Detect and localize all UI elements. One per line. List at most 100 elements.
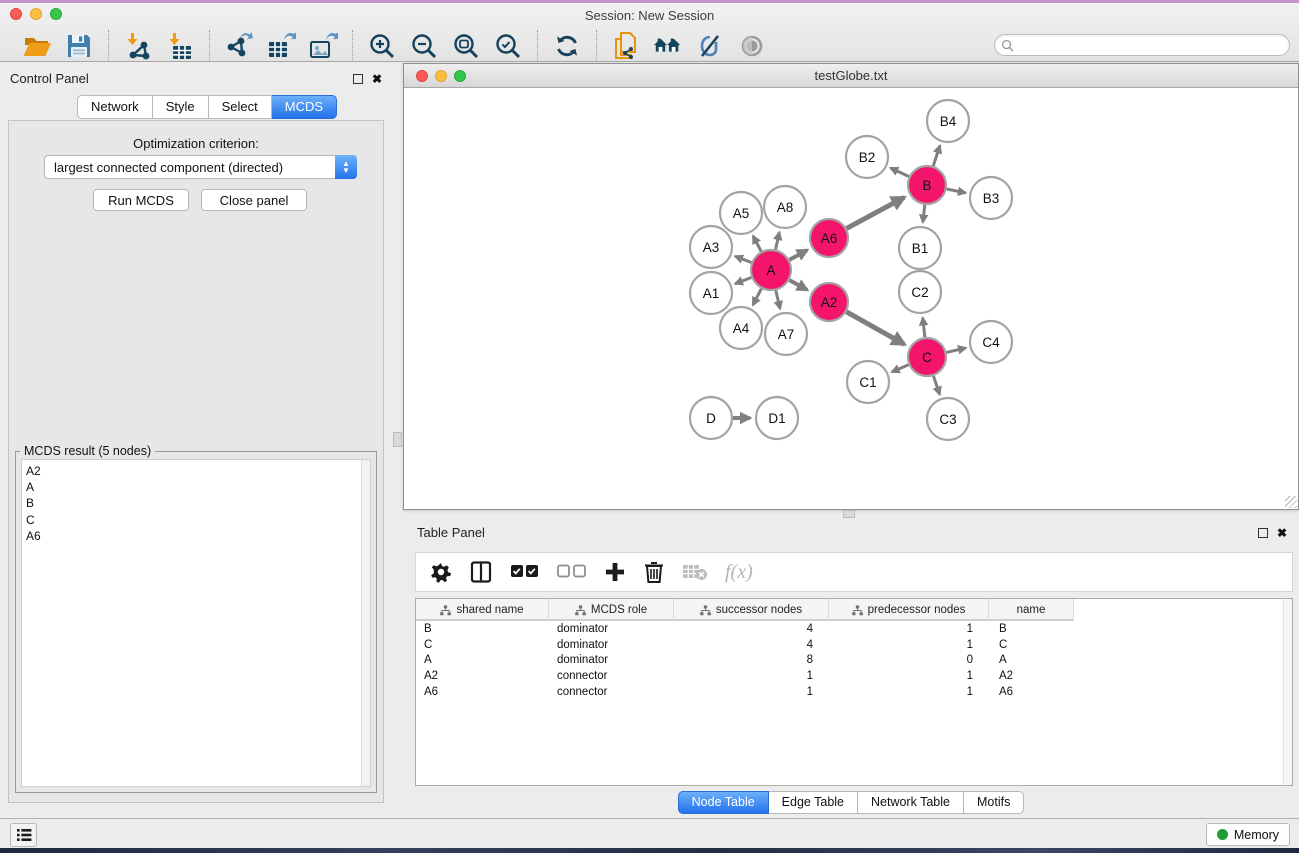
table-cell[interactable]: A6 bbox=[989, 684, 1074, 700]
export-table-icon[interactable] bbox=[266, 31, 296, 61]
deselect-all-icon[interactable] bbox=[557, 559, 587, 585]
tab-motifs[interactable]: Motifs bbox=[964, 791, 1024, 814]
maximize-network-window-button[interactable] bbox=[454, 70, 466, 82]
table-cell[interactable]: 1 bbox=[829, 637, 989, 653]
split-columns-icon[interactable] bbox=[469, 559, 493, 585]
table-cell[interactable]: dominator bbox=[549, 653, 674, 669]
close-panel-icon[interactable]: ✖ bbox=[372, 74, 382, 84]
table-cell[interactable]: B bbox=[989, 621, 1074, 637]
table-cell[interactable]: B bbox=[416, 621, 549, 637]
tab-edge-table[interactable]: Edge Table bbox=[769, 791, 858, 814]
edge-B-B2[interactable] bbox=[891, 168, 909, 177]
add-column-icon[interactable] bbox=[604, 559, 626, 585]
import-table-icon[interactable] bbox=[165, 31, 195, 61]
gear-icon[interactable] bbox=[430, 559, 452, 585]
table-row[interactable]: A2connector11A2 bbox=[416, 668, 1292, 684]
table-cell[interactable]: C bbox=[416, 637, 549, 653]
result-list-scrollbar[interactable] bbox=[361, 460, 370, 786]
export-network-icon[interactable] bbox=[224, 31, 254, 61]
edge-A-A2[interactable] bbox=[789, 280, 807, 290]
edge-A-A4[interactable] bbox=[753, 289, 761, 305]
task-history-button[interactable] bbox=[10, 823, 37, 847]
tab-network[interactable]: Network bbox=[77, 95, 153, 119]
table-cell[interactable]: 8 bbox=[674, 653, 829, 669]
column-header-predecessor-nodes[interactable]: predecessor nodes bbox=[829, 599, 989, 621]
edge-C-C2[interactable] bbox=[923, 318, 925, 337]
table-cell[interactable]: A6 bbox=[416, 684, 549, 700]
table-row[interactable]: A6connector11A6 bbox=[416, 684, 1292, 700]
table-cell[interactable]: connector bbox=[549, 684, 674, 700]
edge-A6-B[interactable] bbox=[847, 197, 905, 228]
edge-A-A7[interactable] bbox=[776, 290, 780, 308]
table-scrollbar[interactable] bbox=[1283, 599, 1292, 785]
table-cell[interactable]: C bbox=[989, 637, 1074, 653]
search-input[interactable] bbox=[1018, 36, 1289, 54]
eye-icon[interactable] bbox=[737, 31, 767, 61]
zoom-out-icon[interactable] bbox=[409, 31, 439, 61]
close-panel-button[interactable]: Close panel bbox=[201, 189, 307, 211]
function-builder-icon[interactable]: f(x) bbox=[725, 559, 753, 585]
close-network-window-button[interactable] bbox=[416, 70, 428, 82]
edge-C-C3[interactable] bbox=[933, 376, 939, 394]
edge-A2-C[interactable] bbox=[846, 312, 904, 344]
delete-icon[interactable] bbox=[643, 559, 665, 585]
edge-C-C4[interactable] bbox=[946, 348, 965, 353]
open-file-icon[interactable] bbox=[22, 31, 52, 61]
edge-A-A8[interactable] bbox=[776, 232, 780, 249]
tab-node-table[interactable]: Node Table bbox=[678, 791, 769, 814]
tab-style[interactable]: Style bbox=[153, 95, 209, 119]
table-cell[interactable]: A2 bbox=[989, 668, 1074, 684]
table-cell[interactable]: 4 bbox=[674, 637, 829, 653]
network-canvas[interactable]: AA6A2BCA5A8A3A1A4A7B2B4B3B1C2C4C1C3DD1 bbox=[404, 88, 1298, 509]
zoom-fit-icon[interactable] bbox=[451, 31, 481, 61]
edge-A-A1[interactable] bbox=[735, 278, 751, 284]
table-cell[interactable]: 1 bbox=[829, 621, 989, 637]
result-item[interactable]: C bbox=[26, 512, 370, 528]
share-document-icon[interactable] bbox=[611, 31, 641, 61]
export-image-icon[interactable] bbox=[308, 31, 338, 61]
result-item[interactable]: A bbox=[26, 479, 370, 495]
edge-B-B1[interactable] bbox=[923, 205, 925, 222]
table-row[interactable]: Adominator80A bbox=[416, 653, 1292, 669]
resize-handle[interactable] bbox=[1285, 496, 1297, 508]
edge-B-B3[interactable] bbox=[947, 189, 966, 193]
home-pages-icon[interactable] bbox=[653, 31, 683, 61]
column-header-shared-name[interactable]: shared name bbox=[416, 599, 549, 621]
edge-A-A3[interactable] bbox=[735, 256, 751, 262]
close-table-panel-icon[interactable]: ✖ bbox=[1277, 528, 1287, 538]
run-mcds-button[interactable]: Run MCDS bbox=[93, 189, 189, 211]
table-cell[interactable]: A bbox=[416, 653, 549, 669]
tab-network-table[interactable]: Network Table bbox=[858, 791, 964, 814]
column-header-MCDS-role[interactable]: MCDS role bbox=[549, 599, 674, 621]
table-row[interactable]: Cdominator41C bbox=[416, 637, 1292, 653]
table-cell[interactable]: 1 bbox=[674, 684, 829, 700]
search-field[interactable] bbox=[994, 34, 1290, 56]
zoom-selected-icon[interactable] bbox=[493, 31, 523, 61]
edge-A-A5[interactable] bbox=[753, 236, 761, 251]
table-row[interactable]: Bdominator41B bbox=[416, 621, 1292, 637]
minimize-network-window-button[interactable] bbox=[435, 70, 447, 82]
table-cell[interactable]: connector bbox=[549, 668, 674, 684]
result-item[interactable]: B bbox=[26, 495, 370, 511]
table-cell[interactable]: 1 bbox=[829, 684, 989, 700]
mcds-result-list[interactable]: A2ABCA6 bbox=[21, 459, 371, 787]
result-item[interactable]: A6 bbox=[26, 528, 370, 544]
import-network-icon[interactable] bbox=[123, 31, 153, 61]
table-cell[interactable]: 1 bbox=[674, 668, 829, 684]
edge-A-A6[interactable] bbox=[789, 250, 807, 260]
hide-labels-icon[interactable] bbox=[695, 31, 725, 61]
refresh-icon[interactable] bbox=[552, 31, 582, 61]
delete-table-icon[interactable] bbox=[682, 559, 708, 585]
table-cell[interactable]: 4 bbox=[674, 621, 829, 637]
table-cell[interactable]: A2 bbox=[416, 668, 549, 684]
result-item[interactable]: A2 bbox=[26, 463, 370, 479]
tab-select[interactable]: Select bbox=[209, 95, 272, 119]
table-cell[interactable]: A bbox=[989, 653, 1074, 669]
table-cell[interactable]: 1 bbox=[829, 668, 989, 684]
zoom-in-icon[interactable] bbox=[367, 31, 397, 61]
tab-mcds[interactable]: MCDS bbox=[272, 95, 337, 119]
float-panel-icon[interactable] bbox=[353, 74, 363, 84]
horizontal-divider-grip[interactable] bbox=[843, 510, 855, 518]
memory-button[interactable]: Memory bbox=[1206, 823, 1290, 846]
float-table-panel-icon[interactable] bbox=[1258, 528, 1268, 538]
